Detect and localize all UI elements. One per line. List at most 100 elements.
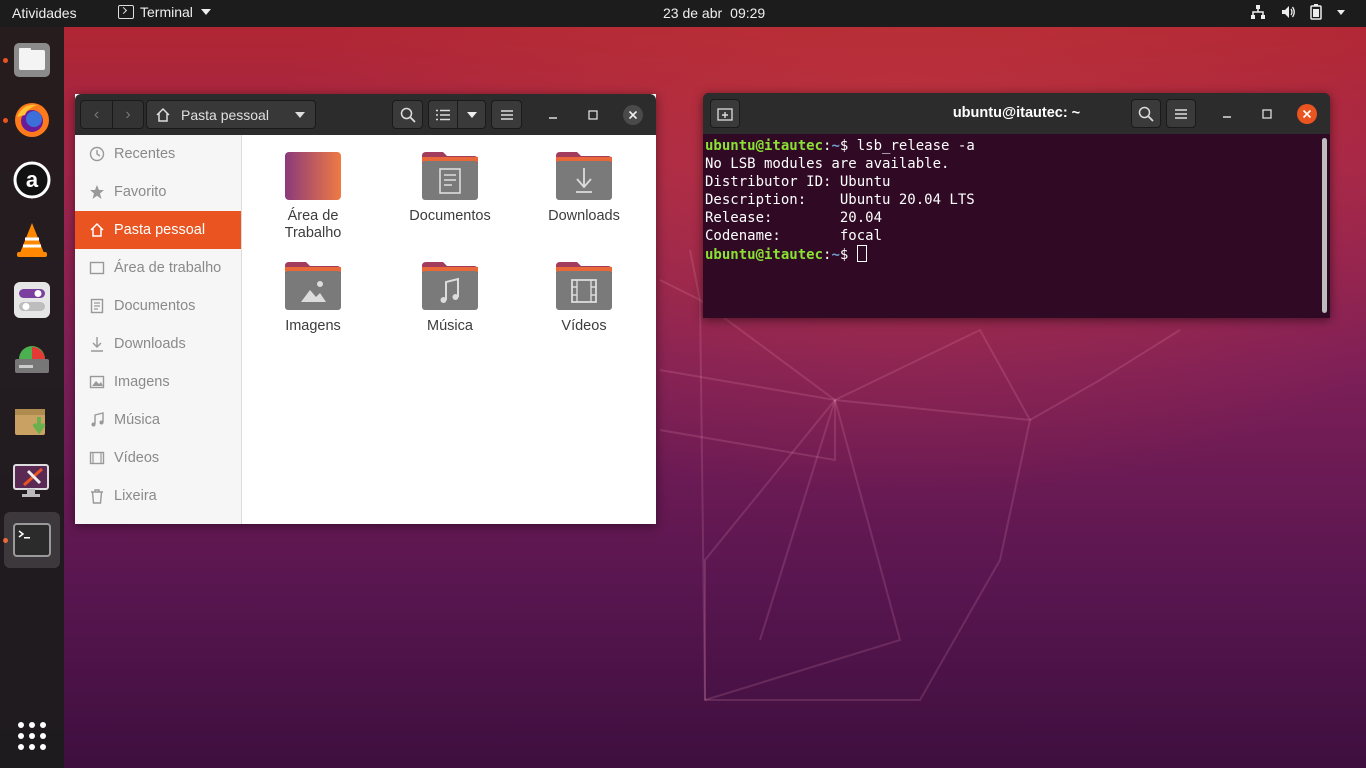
terminal-line: Distributor ID: Ubuntu	[705, 174, 891, 190]
close-button[interactable]	[623, 105, 643, 125]
folder-label: Documentos	[409, 208, 491, 224]
sidebar-item-area-de-trabalho[interactable]: Área de trabalho	[75, 249, 241, 287]
download-icon	[91, 337, 103, 352]
files-sidebar: Recentes Favorito Pasta pessoal Área de …	[75, 135, 242, 524]
sidebar-item-pasta-pessoal[interactable]: Pasta pessoal	[75, 211, 241, 249]
sidebar-item-downloads[interactable]: Downloads	[75, 325, 241, 363]
maximize-button[interactable]	[583, 105, 603, 125]
view-dropdown-button[interactable]	[458, 101, 486, 128]
vlc-launcher[interactable]	[8, 216, 56, 264]
text-cursor	[856, 245, 867, 262]
sidebar-item-recentes[interactable]: Recentes	[75, 135, 241, 173]
screen-settings-launcher[interactable]	[8, 456, 56, 504]
terminal-headerbar: ubuntu@itautec: ~	[703, 93, 1330, 134]
firefox-launcher[interactable]	[8, 96, 56, 144]
terminal-search-button[interactable]	[1131, 99, 1161, 128]
terminal-window: ubuntu@itautec: ~ ubuntu@itautec:~$ lsb_…	[703, 93, 1330, 318]
forward-button[interactable]: ›	[111, 101, 143, 128]
folder-label: Área de	[287, 208, 339, 224]
back-button[interactable]: ‹	[81, 101, 112, 128]
app-menu[interactable]: Terminal	[118, 4, 211, 20]
folder-item[interactable]: Vídeos	[524, 260, 644, 335]
search-icon	[1138, 106, 1154, 122]
sidebar-item-lixeira[interactable]: Lixeira	[75, 477, 241, 515]
sidebar-item-label: Área de trabalho	[114, 260, 222, 276]
terminal-scrollbar[interactable]	[1322, 138, 1327, 313]
folder-item[interactable]: Documentos	[390, 150, 510, 225]
system-tray[interactable]	[1250, 4, 1346, 20]
folder-item[interactable]: Área de Trabalho	[253, 150, 373, 242]
show-applications-button[interactable]	[18, 722, 46, 750]
pictures-folder-icon	[285, 262, 341, 310]
hamburger-menu-icon	[500, 109, 513, 120]
sidebar-item-musica[interactable]: Música	[75, 401, 241, 439]
folder-label-line2: Trabalho	[284, 225, 342, 241]
list-view-button[interactable]	[429, 101, 458, 128]
folder-item[interactable]: Downloads	[524, 150, 644, 225]
top-bar: Atividades Terminal 23 de abr 09:29	[0, 0, 1366, 27]
sidebar-item-label: Recentes	[114, 146, 176, 162]
firefox-icon	[15, 103, 49, 137]
terminal-output[interactable]: ubuntu@itautec:~$ lsb_release -a No LSB m…	[705, 137, 1320, 264]
sidebar-item-label: Música	[114, 412, 160, 428]
close-icon	[628, 110, 638, 120]
tweaks-launcher[interactable]	[8, 276, 56, 324]
minimize-icon	[549, 117, 557, 119]
sidebar-item-documentos[interactable]: Documentos	[75, 287, 241, 325]
folder-item[interactable]: Imagens	[253, 260, 373, 335]
chevron-down-icon	[295, 111, 305, 118]
desktop-icon	[89, 261, 105, 275]
path-label: Pasta pessoal	[181, 106, 269, 123]
sidebar-item-favorito[interactable]: Favorito	[75, 173, 241, 211]
app-a-icon: a	[13, 161, 51, 199]
folder-item[interactable]: Música	[390, 260, 510, 335]
files-icon	[14, 43, 50, 77]
sidebar-item-label: Vídeos	[114, 450, 160, 466]
terminal-launcher[interactable]	[4, 512, 60, 568]
dock: a	[0, 27, 64, 768]
clock[interactable]: 23 de abr 09:29	[663, 5, 773, 21]
battery-icon	[1310, 4, 1322, 20]
chevron-down-icon	[1337, 10, 1345, 15]
folder-label: Imagens	[285, 318, 341, 334]
minimize-button[interactable]	[1217, 104, 1237, 124]
terminal-icon	[13, 523, 51, 557]
clock-icon	[89, 146, 105, 162]
trash-icon	[91, 489, 103, 504]
prompt-path: ~	[831, 247, 840, 263]
files-window: ‹ › Pasta pessoal Recentes Favorito Past…	[75, 94, 656, 524]
volume-icon	[1282, 6, 1295, 18]
prompt-symbol: $	[839, 138, 857, 154]
close-icon	[1302, 109, 1312, 119]
sidebar-item-label: Imagens	[114, 374, 170, 390]
vlc-icon	[17, 223, 47, 257]
clock-date: 23 de abr	[663, 5, 723, 21]
minimize-button[interactable]	[543, 105, 563, 125]
documents-folder-icon	[422, 152, 478, 200]
network-icon	[1251, 5, 1265, 19]
home-icon	[90, 222, 104, 237]
close-button[interactable]	[1297, 104, 1317, 124]
path-bar[interactable]: Pasta pessoal	[146, 100, 316, 129]
archive-install-launcher[interactable]	[8, 396, 56, 444]
home-icon	[156, 107, 170, 122]
prompt-user: ubuntu@itautec	[705, 138, 824, 154]
app-a-launcher[interactable]: a	[8, 156, 56, 204]
files-launcher[interactable]	[8, 36, 56, 84]
maximize-button[interactable]	[1257, 104, 1277, 124]
disk-usage-launcher[interactable]	[8, 336, 56, 384]
sidebar-item-videos[interactable]: Vídeos	[75, 439, 241, 477]
search-button[interactable]	[392, 100, 423, 129]
terminal-menu-button[interactable]	[1166, 99, 1196, 128]
menu-button[interactable]	[491, 100, 522, 129]
list-view-icon	[435, 109, 450, 120]
activities-button[interactable]: Atividades	[12, 5, 77, 21]
minimize-icon	[1223, 116, 1231, 118]
sidebar-item-imagens[interactable]: Imagens	[75, 363, 241, 401]
files-headerbar: ‹ › Pasta pessoal	[75, 94, 656, 135]
terminal-line: No LSB modules are available.	[705, 156, 950, 172]
chevron-down-icon	[467, 111, 478, 118]
terminal-command: lsb_release -a	[856, 138, 975, 154]
terminal-line: Codename: focal	[705, 228, 883, 244]
prompt-user: ubuntu@itautec	[705, 247, 824, 263]
